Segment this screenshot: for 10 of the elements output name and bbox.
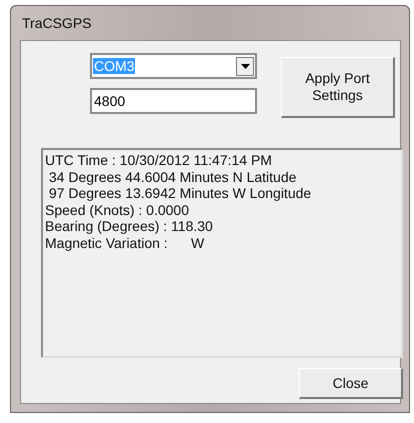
output-line: Speed (Knots) : 0.0000 [45,202,190,218]
baud-rate-field[interactable]: 4800 [90,88,257,114]
output-line: 97 Degrees 13.6942 Minutes W Longitude [48,185,312,202]
output-line: Bearing (Degrees) : 118.30 [45,218,214,234]
window-title: TraCSGPS [21,14,92,33]
output-line: UTC Time : 10/30/2012 11:47:14 PM [45,152,273,168]
output-line: Magnetic Variation : W [45,234,206,251]
output-line: 34 Degrees 44.6004 Minutes N Latitude [48,168,298,185]
close-button[interactable]: Close [299,368,403,399]
apply-port-settings-button[interactable]: Apply Port Settings [281,57,395,118]
